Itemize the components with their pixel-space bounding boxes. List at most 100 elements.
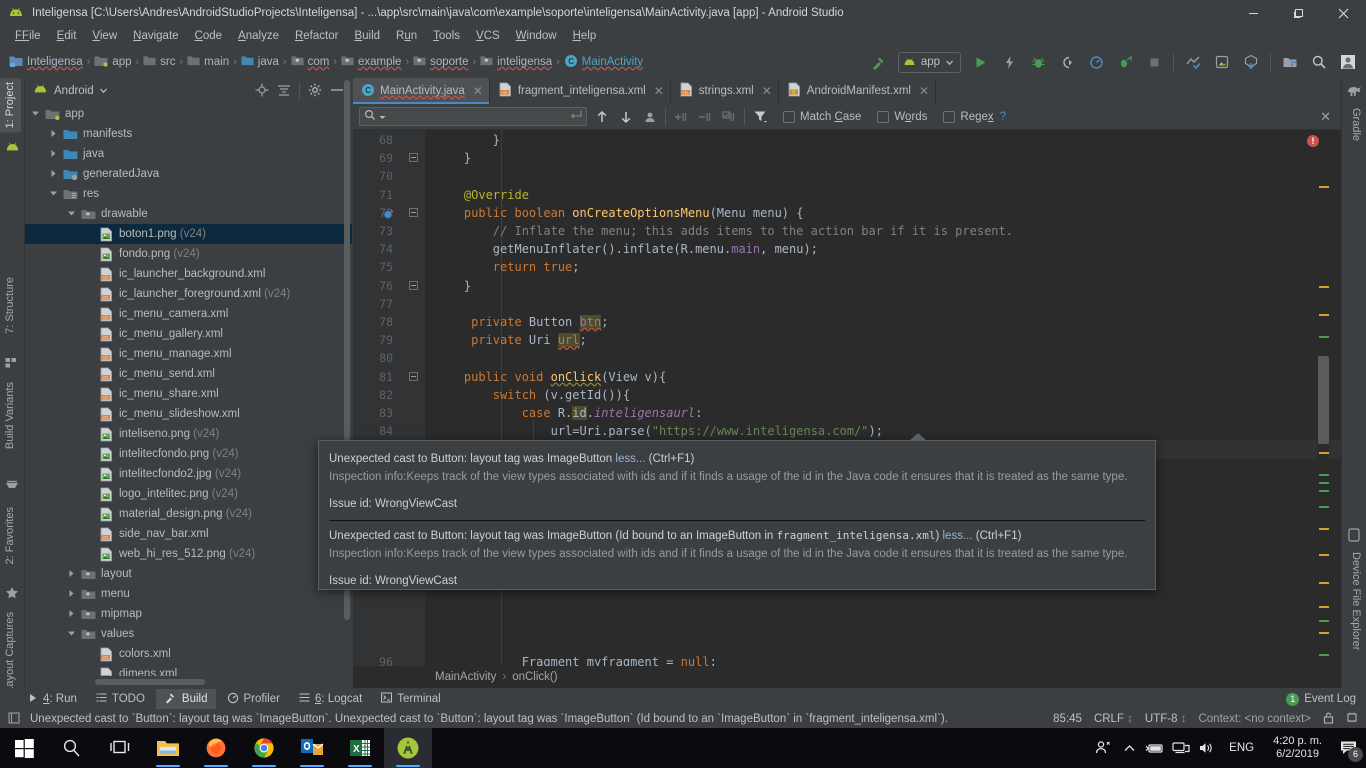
tree-node-manifests[interactable]: manifests — [25, 124, 352, 144]
collapse-all-icon[interactable] — [277, 83, 291, 100]
editor-tab-androidmanifest-xml[interactable]: AndroidManifest.xml ✕ — [779, 78, 937, 104]
error-stripe[interactable]: ! — [1307, 130, 1329, 688]
tree-node-menu[interactable]: menu — [25, 584, 352, 604]
sidebar-item-structure[interactable]: 7: Structure — [0, 273, 21, 338]
twisty-right-icon[interactable] — [67, 589, 78, 600]
twisty-down-icon[interactable] — [31, 109, 42, 120]
tree-node-ic-menu-slideshow-xml[interactable]: </> ic_menu_slideshow.xml — [25, 404, 352, 424]
bottom-window-build[interactable]: Build — [155, 689, 216, 709]
twisty-right-icon[interactable] — [49, 149, 60, 160]
bottom-window-terminal[interactable]: Terminal — [373, 689, 448, 709]
close-tab-icon[interactable]: ✕ — [919, 84, 929, 98]
attach-process-icon[interactable] — [1115, 52, 1135, 72]
tree-node-ic-menu-send-xml[interactable]: </> ic_menu_send.xml — [25, 364, 352, 384]
code-line[interactable]: 77 — [353, 295, 1341, 313]
stripe-mark[interactable] — [1319, 186, 1329, 188]
editor-vertical-scrollbar[interactable] — [1318, 356, 1329, 444]
status-message-icon[interactable] — [8, 711, 20, 727]
tree-node-side-nav-bar-xml[interactable]: </> side_nav_bar.xml — [25, 524, 352, 544]
select-all-occurrences-icon[interactable] — [641, 108, 659, 126]
twisty-right-icon[interactable] — [49, 169, 60, 180]
network-icon[interactable] — [1168, 728, 1194, 768]
menu-item-code[interactable]: Code — [187, 28, 231, 44]
start-button[interactable] — [0, 728, 48, 768]
code-line[interactable]: 69 } — [353, 149, 1341, 167]
tree-node-dimens-xml[interactable]: </> dimens.xml — [25, 664, 352, 676]
code-fold-marker[interactable] — [409, 207, 418, 217]
tree-node-res[interactable]: res — [25, 184, 352, 204]
tree-node-mipmap[interactable]: mipmap — [25, 604, 352, 624]
tree-node-drawable[interactable]: drawable — [25, 204, 352, 224]
words-checkbox[interactable]: Words — [877, 110, 927, 123]
run-button[interactable] — [970, 52, 990, 72]
taskbar-file-explorer[interactable] — [144, 728, 192, 768]
stripe-mark[interactable] — [1319, 620, 1329, 622]
tree-node-java[interactable]: java — [25, 144, 352, 164]
bottom-window-profiler[interactable]: Profiler — [219, 689, 288, 709]
search-dropdown-icon[interactable] — [379, 110, 386, 124]
close-tab-icon[interactable]: ✕ — [473, 84, 483, 98]
close-find-icon[interactable]: ✕ — [1320, 109, 1335, 125]
stripe-mark[interactable] — [1319, 482, 1329, 484]
breadcrumb-item-com[interactable]: com — [288, 52, 333, 72]
scroll-from-source-icon[interactable] — [255, 83, 269, 100]
tree-node-intelitecfondo-png[interactable]: intelitecfondo.png (v24) — [25, 444, 352, 464]
show-hidden-icons-chevron[interactable] — [1116, 728, 1142, 768]
code-line[interactable]: 80 — [353, 349, 1341, 367]
menu-item-help[interactable]: Help — [565, 28, 605, 44]
code-line[interactable]: 83 case R.id.inteligensaurl: — [353, 404, 1341, 422]
stripe-mark[interactable] — [1319, 528, 1329, 530]
sidebar-item-favorites[interactable]: 2: Favorites — [0, 503, 21, 568]
tree-node-ic-menu-share-xml[interactable]: </> ic_menu_share.xml — [25, 384, 352, 404]
find-previous-icon[interactable] — [593, 108, 611, 126]
taskbar-android-studio[interactable] — [384, 728, 432, 768]
stripe-mark[interactable] — [1319, 506, 1329, 508]
menu-item-edit[interactable]: Edit — [49, 28, 85, 44]
breadcrumb-item-inteligensa[interactable]: inteligensa — [477, 52, 555, 72]
avd-manager-icon[interactable] — [1212, 52, 1232, 72]
stripe-mark[interactable] — [1319, 554, 1329, 556]
attach-debugger-icon[interactable] — [1057, 52, 1077, 72]
taskbar-search-icon[interactable] — [48, 728, 96, 768]
stripe-mark[interactable] — [1319, 314, 1329, 316]
task-view-icon[interactable] — [96, 728, 144, 768]
close-tab-icon[interactable]: ✕ — [654, 84, 664, 98]
people-icon[interactable] — [1090, 728, 1116, 768]
memory-indicator-icon[interactable] — [1346, 712, 1358, 727]
bottom-window-todo[interactable]: TODO — [88, 689, 153, 709]
twisty-right-icon[interactable] — [67, 569, 78, 580]
notification-center-button[interactable]: 6 — [1332, 728, 1366, 768]
code-fold-marker[interactable] — [409, 153, 418, 163]
tree-node-ic-menu-manage-xml[interactable]: </> ic_menu_manage.xml — [25, 344, 352, 364]
file-encoding[interactable]: UTF-8 ↕ — [1145, 713, 1187, 725]
code-line[interactable]: 74 getMenuInflater().inflate(R.menu.main… — [353, 240, 1341, 258]
tree-node-material-design-png[interactable]: material_design.png (v24) — [25, 504, 352, 524]
code-line[interactable]: 81 public void onClick(View v){ — [353, 368, 1341, 386]
taskbar-chrome[interactable] — [240, 728, 288, 768]
tree-node-web-hi-res-512-png[interactable]: web_hi_res_512.png (v24) — [25, 544, 352, 564]
project-view-selector[interactable]: Android — [54, 85, 94, 97]
lock-icon[interactable] — [1323, 712, 1334, 727]
code-line[interactable]: 73 // Inflate the menu; this adds items … — [353, 222, 1341, 240]
stripe-mark[interactable] — [1319, 654, 1329, 656]
chevron-down-icon[interactable] — [99, 84, 108, 98]
editor-tab-strings-xml[interactable]: </> strings.xml ✕ — [671, 78, 779, 104]
stripe-mark[interactable] — [1319, 452, 1329, 454]
menu-item-refactor[interactable]: Refactor — [287, 28, 346, 44]
battery-icon[interactable] — [1142, 728, 1168, 768]
twisty-down-icon[interactable] — [67, 209, 78, 220]
project-structure-icon[interactable] — [1280, 52, 1300, 72]
minimize-button[interactable] — [1231, 0, 1276, 26]
code-line[interactable]: 70 — [353, 167, 1341, 185]
menu-item-file[interactable]: FFile — [7, 28, 49, 44]
sidebar-item-project[interactable]: 1: Project — [0, 78, 21, 133]
build-hammer-icon[interactable] — [869, 52, 889, 72]
breadcrumb-item-src[interactable]: src — [140, 52, 178, 72]
caret-position[interactable]: 85:45 — [1053, 713, 1082, 725]
add-occurrence-icon[interactable] — [672, 108, 690, 126]
menu-item-run[interactable]: Run — [388, 28, 425, 44]
breadcrumb-item-mainactivity[interactable]: C MainActivity — [561, 52, 646, 73]
code-line[interactable]: 84 url=Uri.parse("https://www.inteligens… — [353, 422, 1341, 440]
match-case-checkbox[interactable]: Match Case — [783, 110, 861, 123]
editor-tab-fragment-inteligensa-xml[interactable]: </> fragment_inteligensa.xml ✕ — [490, 78, 671, 104]
